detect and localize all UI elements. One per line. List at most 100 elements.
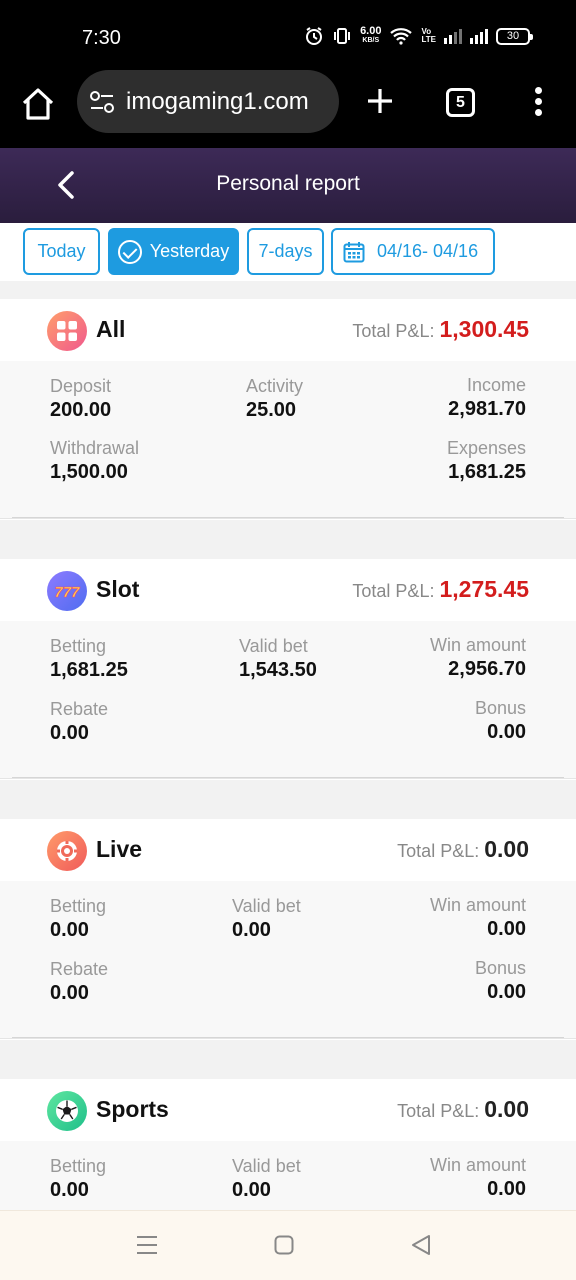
stat-value: 1,681.25: [448, 461, 526, 483]
stat-deposit: Deposit 200.00: [50, 376, 111, 422]
home-nav-icon[interactable]: [274, 1233, 294, 1257]
total-pl: Total P&L: 0.00: [397, 1096, 529, 1123]
stat-betting: Betting 0.00: [50, 1156, 106, 1202]
more-menu-icon[interactable]: [530, 87, 546, 119]
stat-expenses: Expenses 1,681.25: [447, 438, 526, 484]
soccer-ball-icon: [47, 1091, 87, 1131]
status-bar: 7:30 6.00 KB/S Vo LTE 30: [0, 0, 576, 70]
volte-bottom: LTE: [421, 35, 436, 44]
stat-bonus: Bonus 0.00: [475, 698, 526, 744]
browser-toolbar: imogaming1.com 5: [0, 70, 576, 148]
wifi-icon: [390, 28, 413, 45]
filter-today-button[interactable]: Today: [23, 228, 100, 275]
category-name: All: [96, 316, 126, 342]
stat-label: Rebate: [50, 959, 109, 979]
stat-label: Rebate: [50, 699, 109, 719]
stat-label: Betting: [50, 896, 107, 916]
stat-value: 0.00: [487, 1178, 526, 1200]
stat-betting: Betting 0.00: [50, 896, 106, 942]
network-speed: 6.00 KB/S: [360, 26, 381, 46]
card-divider: [12, 1037, 564, 1038]
slot-777-icon: 777: [47, 571, 87, 611]
check-circle-icon: [117, 239, 142, 264]
report-card-sports: Sports Total P&L: 0.00 Betting 0.00 Valid…: [0, 1079, 576, 1210]
stat-value: 0.00: [50, 982, 89, 1004]
vibrate-icon: [334, 28, 351, 44]
stat-value: 0.00: [487, 721, 526, 743]
back-nav-icon[interactable]: [411, 1233, 431, 1257]
stat-value: 25.00: [246, 399, 297, 421]
recent-apps-icon[interactable]: [136, 1233, 158, 1257]
date-range-picker[interactable]: 04/16- 04/16: [331, 228, 495, 275]
system-navigation-bar: [0, 1210, 576, 1280]
stat-label: Expenses: [446, 438, 526, 458]
stat-value: 0.00: [50, 722, 89, 744]
url-text[interactable]: imogaming1.com: [126, 88, 309, 116]
report-card-slot: 777 Slot Total P&L: 1,275.45 Betting 1,68…: [0, 559, 576, 780]
stat-rebate: Rebate 0.00: [50, 699, 108, 745]
stat-activity: Activity 25.00: [246, 376, 303, 422]
stat-value: 1,500.00: [50, 461, 128, 483]
grid-icon: [47, 311, 87, 351]
stat-label: Deposit: [50, 376, 112, 396]
stat-value: 200.00: [50, 399, 112, 421]
card-divider: [12, 777, 564, 778]
stat-value: 1,681.25: [50, 659, 128, 681]
stat-label: Valid bet: [232, 896, 301, 916]
home-icon[interactable]: [20, 86, 56, 122]
total-pl-value: 0.00: [484, 1096, 529, 1122]
stat-value: 1,543.50: [239, 659, 317, 681]
stat-win-amount: Win amount 0.00: [430, 895, 526, 941]
category-name: Slot: [96, 576, 140, 602]
address-bar[interactable]: imogaming1.com: [77, 70, 339, 133]
stat-label: Betting: [50, 636, 107, 656]
filter-7days-button[interactable]: 7-days: [247, 228, 324, 275]
signal-icon-1: [444, 28, 462, 44]
stat-label: Betting: [50, 1156, 107, 1176]
stat-valid-bet: Valid bet 1,543.50: [239, 636, 317, 682]
poker-chip-icon: [47, 831, 87, 871]
category-name: Sports: [96, 1096, 169, 1122]
stat-income: Income 2,981.70: [448, 375, 526, 421]
site-settings-icon[interactable]: [89, 90, 115, 114]
stat-label: Win amount: [429, 635, 526, 655]
stat-label: Withdrawal: [50, 438, 140, 458]
total-pl: Total P&L: 1,300.45: [352, 316, 529, 343]
category-name: Live: [96, 836, 143, 862]
total-pl-label: Total P&L:: [397, 1101, 480, 1121]
tab-switcher-button[interactable]: 5: [446, 88, 475, 117]
filter-today-label: Today: [37, 241, 86, 261]
stat-label: Valid bet: [232, 1156, 301, 1176]
network-speed-unit: KB/S: [362, 37, 380, 44]
stat-label: Bonus: [474, 698, 526, 718]
total-pl-value: 1,300.45: [439, 316, 529, 342]
date-range-label: 04/16- 04/16: [377, 241, 479, 261]
total-pl-value: 0.00: [484, 836, 529, 862]
filter-yesterday-label: Yesterday: [149, 241, 230, 261]
stat-value: 0.00: [232, 1179, 271, 1201]
total-pl-label: Total P&L:: [397, 841, 480, 861]
stat-value: 0.00: [487, 918, 526, 940]
stat-label: Win amount: [429, 1155, 526, 1175]
stat-value: 0.00: [232, 919, 271, 941]
stat-rebate: Rebate 0.00: [50, 959, 108, 1005]
total-pl-value: 1,275.45: [439, 576, 529, 602]
report-card-all: All Total P&L: 1,300.45 Deposit 200.00 Ac…: [0, 299, 576, 520]
stat-label: Income: [466, 375, 526, 395]
date-filter-bar: Today Yesterday 7-days 04/16- 04/16: [0, 223, 576, 281]
stat-betting: Betting 1,681.25: [50, 636, 128, 682]
stat-value: 0.00: [487, 981, 526, 1003]
stat-bonus: Bonus 0.00: [475, 958, 526, 1004]
network-speed-value: 6.00: [360, 25, 382, 37]
alarm-icon: [306, 27, 323, 45]
filter-yesterday-button[interactable]: Yesterday: [108, 228, 239, 275]
stat-valid-bet: Valid bet 0.00: [232, 896, 301, 942]
total-pl-label: Total P&L:: [352, 321, 435, 341]
calendar-icon: [343, 241, 365, 262]
report-card-live: Live Total P&L: 0.00 Betting 0.00 Valid b…: [0, 819, 576, 1040]
volte-indicator: Vo LTE: [421, 28, 436, 44]
stat-label: Activity: [246, 376, 304, 396]
new-tab-icon[interactable]: [364, 85, 396, 117]
card-divider: [12, 517, 564, 518]
total-pl: Total P&L: 0.00: [397, 836, 529, 863]
